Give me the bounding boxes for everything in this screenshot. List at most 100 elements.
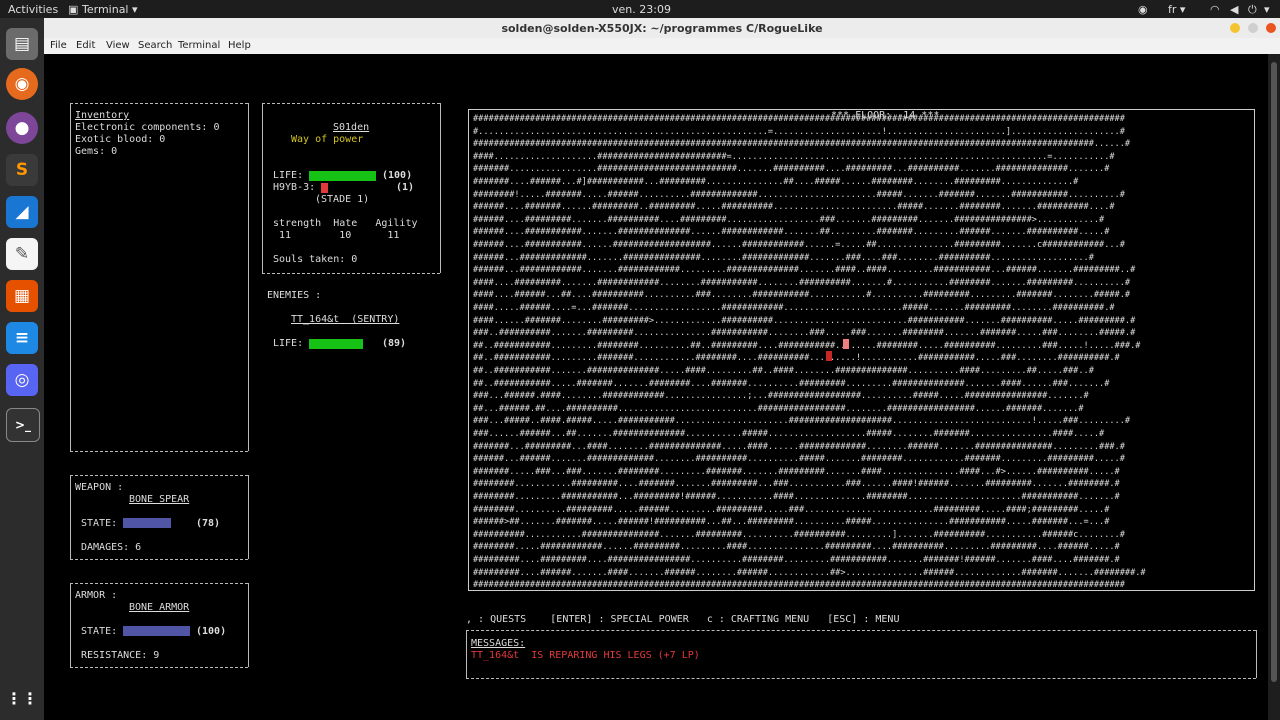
text-editor-icon[interactable]: ✎ <box>6 238 38 270</box>
impress-icon[interactable]: ▦ <box>6 280 38 312</box>
discord-icon[interactable]: ◎ <box>6 364 38 396</box>
scrollbar-thumb[interactable] <box>1271 62 1277 682</box>
map-row: ########..........#########.....######..… <box>473 504 1110 515</box>
map-row: ########!.....#######.....######........… <box>473 189 1125 200</box>
player-box-top <box>262 103 440 104</box>
weapon-box-right <box>248 475 249 559</box>
messages-box-bottom <box>466 678 1256 679</box>
map-row: ##...######.##....##########............… <box>473 403 1084 414</box>
armor-box-right <box>248 583 249 667</box>
app-menu-button[interactable]: Terminal ▾ <box>82 3 138 16</box>
volume-icon[interactable]: ◀ <box>1230 3 1238 16</box>
menu-help[interactable]: Help <box>228 40 251 51</box>
armor-box-top <box>70 583 248 584</box>
maximize-button[interactable] <box>1248 23 1258 33</box>
dungeon-map: ########################################… <box>468 109 1255 591</box>
menu-bar: File Edit View Search Terminal Help <box>44 38 1280 54</box>
inventory-title: Inventory <box>75 110 130 121</box>
enemy-character <box>826 351 832 361</box>
clock[interactable]: ven. 23:09 <box>612 3 671 16</box>
terminal-scrollbar[interactable] <box>1268 54 1280 720</box>
map-row: #######.................################… <box>473 164 1110 175</box>
life-value: (100) <box>382 170 413 181</box>
map-row: ###...######.####........############...… <box>473 391 1089 402</box>
inventory-box-bottom <box>70 451 248 452</box>
map-row: #######....######...#]###########...####… <box>473 177 1079 187</box>
stat-headers: strength Hate Agility <box>273 218 418 229</box>
enemy-life-value: (89) <box>382 338 407 349</box>
weapon-box-bottom <box>70 559 248 560</box>
browser-icon[interactable]: ◢ <box>6 196 38 228</box>
enemy-life-label: LIFE: <box>273 338 304 349</box>
armor-box-left <box>70 583 71 667</box>
minimize-button[interactable] <box>1230 23 1240 33</box>
messages-box-top <box>466 630 1256 631</box>
menu-search[interactable]: Search <box>138 40 172 51</box>
sublime-icon[interactable]: S <box>6 154 38 186</box>
map-row: ####....#########.......############....… <box>473 277 1131 288</box>
player-name: S01den <box>333 122 370 133</box>
map-row: ##..###########.......##############....… <box>473 366 1094 376</box>
writer-icon[interactable]: ≡ <box>6 322 38 354</box>
enemy-life-bar <box>309 339 363 349</box>
terminal-app-icon: ▣ <box>68 3 79 16</box>
player-box-bottom <box>262 273 440 274</box>
map-row: ####....######...##....##########.......… <box>473 290 1131 301</box>
h9yb-bar <box>321 183 328 193</box>
map-row: ########################################… <box>473 114 1125 124</box>
map-row: ####....................################… <box>473 151 1115 162</box>
map-row: ##..###########.........########........… <box>473 340 1141 351</box>
map-row: #########....#########....##############… <box>473 555 1120 565</box>
weapon-label: WEAPON : <box>75 482 124 493</box>
files-icon[interactable]: ▤ <box>6 28 38 60</box>
menu-edit[interactable]: Edit <box>76 40 95 51</box>
map-row: ##..###########.........#######.........… <box>473 353 1120 364</box>
window-titlebar: solden@solden-X550JX: ~/programmes C/Rog… <box>44 18 1280 38</box>
message-line: TT_164&t IS REPARING HIS LEGS (+7 LP) <box>471 650 700 661</box>
weapon-box-left <box>70 475 71 559</box>
wifi-icon[interactable]: ◠ <box>1210 3 1220 16</box>
weapon-state-label: STATE: <box>81 518 118 529</box>
map-row: ######...#############.......###########… <box>473 252 1094 263</box>
inventory-item: Electronic components: 0 <box>75 122 220 133</box>
map-row: ######...######.......#############.....… <box>473 454 1125 465</box>
power-icon[interactable]: ⏻ <box>1248 3 1257 17</box>
messages-box-left <box>466 630 467 678</box>
activities-button[interactable]: Activities <box>8 3 58 16</box>
map-row: #########....######.......####.......###… <box>473 567 1146 578</box>
menu-view[interactable]: View <box>106 40 130 51</box>
menu-terminal[interactable]: Terminal <box>178 40 220 51</box>
terminal-content[interactable]: Inventory Electronic components: 0 Exoti… <box>44 54 1268 720</box>
armor-state-bar <box>123 626 190 636</box>
system-top-bar: Activities ▣ Terminal ▾ ven. 23:09 ◉ fr … <box>0 0 1280 18</box>
inventory-box-top <box>70 103 248 104</box>
weapon-state-bar <box>123 518 171 528</box>
dock: ▤ ◉ ● S ◢ ✎ ▦ ≡ ◎ >_ ⋮⋮ <box>0 18 44 720</box>
map-row: ########################################… <box>473 580 1125 591</box>
terminal-icon[interactable]: >_ <box>6 408 40 442</box>
map-row: ########.....############......#########… <box>473 542 1120 553</box>
armor-label: ARMOR : <box>75 590 118 601</box>
h9yb-value: (1) <box>396 182 415 193</box>
close-button[interactable] <box>1266 23 1276 33</box>
window-title: solden@solden-X550JX: ~/programmes C/Rog… <box>501 22 823 35</box>
weapon-damages: DAMAGES: 6 <box>81 542 142 553</box>
menu-file[interactable]: File <box>50 40 67 51</box>
map-row: ####.....######....=...#######..........… <box>473 303 1115 313</box>
map-row: ######....###########.......############… <box>473 227 1110 238</box>
show-apps-icon[interactable]: ⋮⋮ <box>6 682 38 714</box>
enemies-label: ENEMIES : <box>267 290 322 301</box>
language-indicator[interactable]: fr ▾ <box>1168 3 1185 16</box>
messages-label: MESSAGES: <box>471 638 526 649</box>
weapon-name: BONE SPEAR <box>129 494 190 505</box>
map-row: ###......######...##.......#############… <box>473 429 1105 439</box>
map-row: ##########...........###############....… <box>473 529 1125 540</box>
discord-tray-icon[interactable]: ◉ <box>1138 3 1148 16</box>
weapon-box-top <box>70 475 248 476</box>
stat-values: 11 10 11 <box>273 230 400 241</box>
firefox-icon[interactable]: ◉ <box>6 68 38 100</box>
system-menu-chevron-icon[interactable]: ▾ <box>1264 3 1270 16</box>
terminal-window: solden@solden-X550JX: ~/programmes C/Rog… <box>44 18 1280 720</box>
life-label: LIFE: <box>273 170 304 181</box>
tor-icon[interactable]: ● <box>6 112 38 144</box>
